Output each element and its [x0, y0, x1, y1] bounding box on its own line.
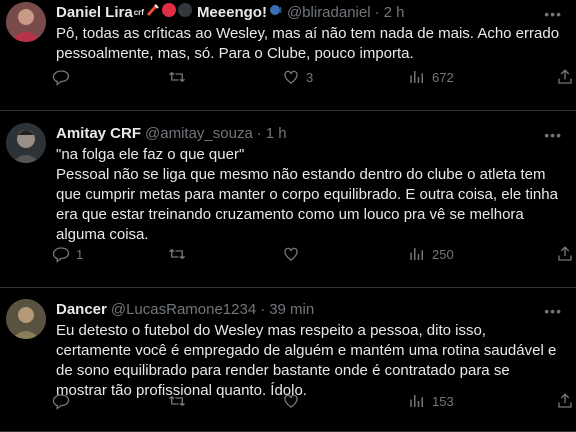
views-count: 153	[432, 393, 454, 409]
author-name[interactable]: Daniel Lira	[56, 4, 133, 21]
share-icon	[558, 69, 572, 84]
tweet-text: Pô, todas as críticas ao Wesley, mas aí …	[56, 25, 560, 62]
more-icon[interactable]: •••	[544, 303, 562, 319]
reply-icon	[52, 70, 70, 86]
like-count: 3	[306, 69, 314, 85]
reply-button[interactable]: 1	[52, 245, 83, 263]
red-circle-icon	[161, 3, 176, 21]
reply-button[interactable]	[52, 68, 76, 86]
like-button[interactable]: 3	[282, 68, 313, 86]
avatar[interactable]	[6, 2, 46, 42]
retweet-button[interactable]	[168, 392, 192, 410]
tweet[interactable]: Amitay CRF @amitay_souza · 1 h ••• "na f…	[0, 111, 576, 288]
views-count: 250	[432, 246, 454, 262]
heart-icon	[284, 247, 298, 261]
timeline: Daniel Lira crf Meeengo! @bliradaniel · …	[0, 0, 576, 432]
speaking-head-icon	[269, 3, 283, 21]
name-badge: crf	[133, 7, 144, 17]
views-icon	[410, 71, 423, 83]
share-button[interactable]	[556, 68, 574, 86]
share-icon	[558, 393, 572, 408]
author-name[interactable]: Amitay CRF	[56, 125, 141, 142]
views-button[interactable]: 153	[408, 392, 454, 410]
views-button[interactable]: 250	[408, 245, 454, 263]
reply-count: 1	[76, 246, 84, 262]
avatar[interactable]	[6, 299, 46, 339]
author-handle[interactable]: @bliradaniel	[287, 4, 371, 21]
timestamp[interactable]: 39 min	[269, 301, 314, 318]
like-button[interactable]	[282, 245, 306, 263]
reply-button[interactable]	[52, 392, 76, 410]
tweet-text: Eu detesto o futebol do Wesley mas respe…	[56, 322, 557, 399]
avatar[interactable]	[6, 123, 46, 163]
reply-icon	[52, 394, 70, 410]
black-circle-icon	[177, 3, 192, 21]
views-icon	[410, 248, 423, 260]
views-count: 672	[432, 69, 454, 85]
heart-icon	[284, 394, 298, 408]
author-handle[interactable]: @amitay_souza	[145, 125, 253, 142]
author-name[interactable]: Dancer	[56, 301, 107, 318]
like-button[interactable]	[282, 392, 306, 410]
retweet-icon	[169, 72, 185, 82]
retweet-button[interactable]	[168, 245, 192, 263]
retweet-button[interactable]	[168, 68, 192, 86]
heart-icon	[284, 70, 298, 84]
author-handle[interactable]: @LucasRamone1234	[111, 301, 256, 318]
share-button[interactable]	[556, 392, 574, 410]
share-icon	[558, 246, 572, 261]
tweet[interactable]: Dancer @LucasRamone1234 · 39 min ••• Eu …	[0, 288, 576, 432]
tweet[interactable]: Daniel Lira crf Meeengo! @bliradaniel · …	[0, 0, 576, 111]
timestamp[interactable]: 2 h	[384, 4, 405, 21]
reply-icon	[52, 247, 70, 263]
views-icon	[410, 395, 423, 407]
flag-emoji-icon	[146, 3, 160, 21]
timestamp[interactable]: 1 h	[266, 125, 287, 142]
share-button[interactable]	[556, 245, 574, 263]
more-icon[interactable]: •••	[544, 127, 562, 143]
more-icon[interactable]: •••	[544, 6, 562, 22]
retweet-icon	[169, 249, 185, 259]
views-button[interactable]: 672	[408, 68, 454, 86]
retweet-icon	[169, 396, 185, 406]
tweet-text: "na folga ele faz o que quer" Pessoal nã…	[56, 146, 558, 243]
author-name-suffix[interactable]: Meeengo!	[197, 4, 267, 21]
